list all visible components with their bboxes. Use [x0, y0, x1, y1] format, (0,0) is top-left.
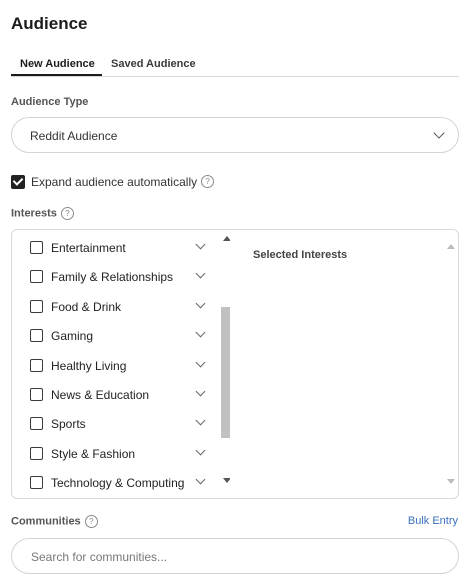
interest-item[interactable]: Gaming: [28, 326, 228, 346]
tab-new-audience[interactable]: New Audience: [20, 58, 95, 70]
interest-checkbox[interactable]: [30, 447, 43, 460]
page-title: Audience: [11, 14, 88, 33]
audience-type-select[interactable]: Reddit Audience: [11, 117, 459, 153]
interest-item[interactable]: Entertainment: [28, 238, 228, 258]
selected-interests-title: Selected Interests: [253, 249, 348, 261]
interest-item[interactable]: Style & Fashion: [28, 444, 228, 464]
communities-search-input[interactable]: [29, 547, 433, 567]
interest-checkbox[interactable]: [30, 270, 43, 283]
interest-item[interactable]: News & Education: [28, 385, 228, 405]
chevron-down-icon[interactable]: [195, 445, 206, 456]
interest-item[interactable]: Family & Relationships: [28, 267, 228, 287]
chevron-down-icon: [433, 127, 445, 139]
interest-item[interactable]: Technology & Computing: [28, 473, 228, 493]
interest-label: Technology & Computing: [51, 476, 185, 490]
help-icon[interactable]: ?: [201, 175, 215, 189]
chevron-down-icon[interactable]: [195, 327, 206, 338]
interests-list: Entertainment Family & Relationships Foo…: [12, 230, 230, 498]
interest-label: News & Education: [51, 388, 150, 402]
interest-label: Sports: [51, 417, 86, 431]
interest-checkbox[interactable]: [30, 388, 43, 401]
audience-type-value: Reddit Audience: [30, 129, 118, 143]
expand-audience-checkbox[interactable]: [11, 174, 25, 189]
audience-tabs: New Audience Saved Audience: [11, 52, 459, 77]
chevron-down-icon[interactable]: [195, 239, 206, 250]
chevron-down-icon[interactable]: [195, 298, 206, 309]
interests-scrollbar[interactable]: [219, 230, 230, 498]
interest-label: Healthy Living: [51, 359, 127, 373]
interests-label: Interests: [11, 207, 57, 220]
interest-item[interactable]: Healthy Living: [28, 356, 228, 376]
scroll-up-icon[interactable]: [447, 244, 455, 249]
interest-checkbox[interactable]: [30, 476, 43, 489]
interest-checkbox[interactable]: [30, 417, 43, 430]
interest-label: Style & Fashion: [51, 447, 136, 461]
active-tab-indicator: [11, 74, 102, 76]
selected-interests-panel: Selected Interests: [234, 230, 458, 498]
chevron-down-icon[interactable]: [195, 268, 206, 279]
chevron-down-icon[interactable]: [195, 415, 206, 426]
help-icon[interactable]: ?: [60, 207, 74, 220]
audience-type-label: Audience Type: [11, 96, 89, 108]
interest-label: Entertainment: [51, 241, 126, 255]
interest-label: Food & Drink: [51, 300, 122, 314]
scrollbar-thumb[interactable]: [221, 307, 230, 438]
communities-search: [11, 538, 459, 574]
interest-checkbox[interactable]: [30, 241, 43, 254]
interest-item[interactable]: Sports: [28, 414, 228, 434]
interest-checkbox[interactable]: [30, 329, 43, 342]
interest-item[interactable]: Food & Drink: [28, 297, 228, 317]
chevron-down-icon[interactable]: [195, 474, 206, 485]
expand-audience-label: Expand audience automatically: [31, 174, 198, 189]
tab-saved-audience[interactable]: Saved Audience: [111, 58, 196, 70]
scroll-down-icon[interactable]: [447, 479, 455, 484]
selected-interests-scrollbar[interactable]: [444, 230, 458, 498]
scroll-down-icon[interactable]: [223, 478, 230, 483]
interest-label: Gaming: [51, 329, 94, 343]
interests-panel: Entertainment Family & Relationships Foo…: [11, 229, 459, 499]
help-icon[interactable]: ?: [84, 515, 98, 528]
bulk-entry-link[interactable]: Bulk Entry: [408, 515, 458, 527]
scroll-up-icon[interactable]: [223, 236, 230, 241]
expand-audience-row: Expand audience automatically?: [11, 173, 215, 189]
interests-label-row: Interests?: [11, 207, 74, 220]
communities-label-row: Communities?: [11, 515, 98, 528]
communities-label: Communities: [11, 515, 81, 528]
interest-checkbox[interactable]: [30, 359, 43, 372]
interest-checkbox[interactable]: [30, 300, 43, 313]
chevron-down-icon[interactable]: [195, 357, 206, 368]
chevron-down-icon[interactable]: [195, 386, 206, 397]
interest-label: Family & Relationships: [51, 270, 174, 284]
